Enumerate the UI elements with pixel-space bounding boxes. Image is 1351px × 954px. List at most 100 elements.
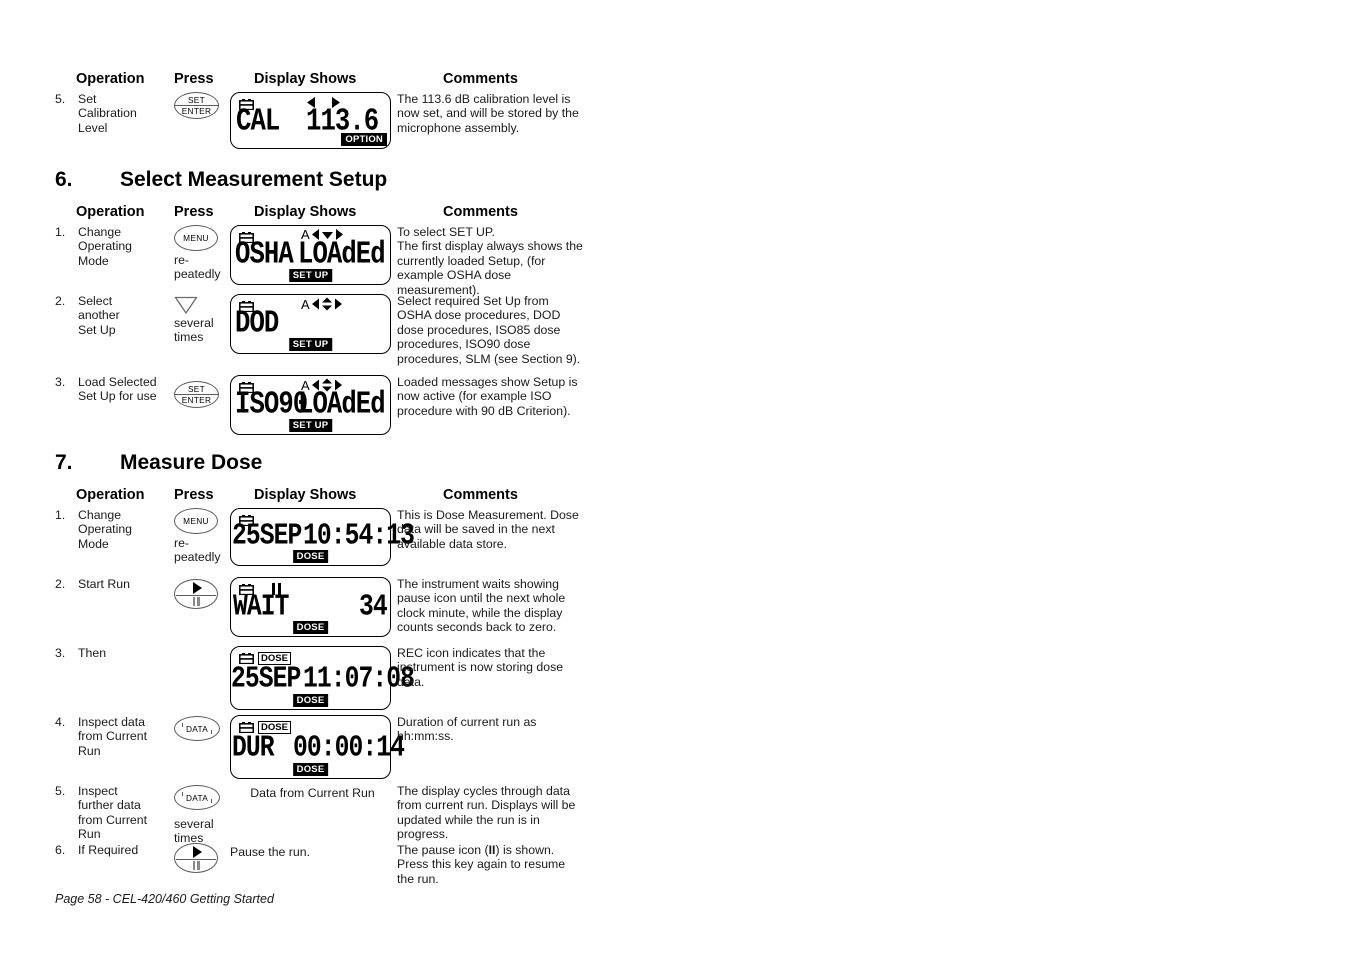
row-operation: Set Calibration Level xyxy=(78,92,137,135)
header-display-shows: Display Shows xyxy=(254,204,357,220)
section-6-heading: 6. Select Measurement Setup xyxy=(55,168,387,192)
row-display: Pause the run. xyxy=(230,843,400,859)
pause-icon xyxy=(192,861,200,870)
play-pause-button[interactable] xyxy=(174,843,218,873)
data-label: DATA xyxy=(185,723,209,734)
press-sub-label: re- peatedly xyxy=(174,253,221,281)
row-number: 1. xyxy=(55,508,66,522)
row-press xyxy=(174,579,230,609)
row-operation: Start Run xyxy=(78,577,130,591)
row-number: 2. xyxy=(55,577,66,591)
header-operation: Operation xyxy=(76,487,145,503)
key-divider xyxy=(176,859,216,860)
row-comments: The display cycles through data from cur… xyxy=(397,784,576,842)
section-7-title: Measure Dose xyxy=(119,451,263,474)
enter-label: ENTER xyxy=(181,394,212,405)
row-operation: Select another Set Up xyxy=(78,294,120,337)
set-enter-button[interactable]: SET ENTER xyxy=(174,381,219,408)
row-comments: The 113.6 dB calibration level is now se… xyxy=(397,92,579,135)
option-badge: OPTION xyxy=(341,133,387,146)
key-divider xyxy=(176,595,216,596)
lcd-left-text: 25SEP xyxy=(232,517,302,554)
row-comments: The instrument waits showing pause icon … xyxy=(397,577,566,635)
lcd-left-text: OSHA xyxy=(235,237,294,274)
data-button[interactable]: DATA xyxy=(174,785,220,810)
row-comments: The pause icon (II) is shown. Press this… xyxy=(397,843,583,886)
row-press: MENU re- peatedly xyxy=(174,508,230,564)
row-display: A DOD SET UP xyxy=(230,294,391,354)
header-comments: Comments xyxy=(443,487,518,503)
menu-button[interactable]: MENU xyxy=(174,225,218,251)
header-press: Press xyxy=(174,204,214,220)
row-number: 5. xyxy=(55,784,66,798)
header-display-shows: Display Shows xyxy=(254,487,357,503)
lcd-left-text: DOD xyxy=(235,306,279,343)
lcd-display: DOSE 25SEP 11:07:08 DOSE xyxy=(230,646,415,710)
enter-label: ENTER xyxy=(181,105,212,116)
row-comments: To select SET UP. The first display alwa… xyxy=(397,225,583,297)
row-operation: Inspect data from Current Run xyxy=(78,715,148,758)
lcd-left-text: 25SEP xyxy=(231,660,301,697)
lcd-left-text: DUR xyxy=(232,729,275,766)
row-display: Data from Current Run xyxy=(230,784,400,800)
lcd-display: A DOD SET UP xyxy=(230,294,391,354)
row-press: SET ENTER xyxy=(174,92,230,119)
lcd-right-text: LOAdEd xyxy=(298,237,386,274)
header-operation: Operation xyxy=(76,204,145,220)
header-comments: Comments xyxy=(443,71,518,87)
press-sub-label: several times xyxy=(174,316,214,344)
row-display: A ISO90 LOAdEd SET UP xyxy=(230,375,391,435)
lcd-right-text: 00:00:14 xyxy=(293,729,405,766)
display-note: Data from Current Run xyxy=(250,786,375,800)
section-7-heading: 7. Measure Dose xyxy=(55,451,262,475)
manual-page: Operation Press Display Shows Comments 5… xyxy=(0,0,1351,954)
data-button[interactable]: DATA xyxy=(174,716,220,741)
lcd-left-text: WAIT xyxy=(233,588,289,625)
down-triangle-button[interactable] xyxy=(174,296,198,315)
row-press: MENU re- peatedly xyxy=(174,225,230,281)
menu-label: MENU xyxy=(183,516,209,526)
down-arrow-icon xyxy=(174,296,198,315)
tick-left-icon xyxy=(182,723,184,727)
row-press: SET ENTER xyxy=(174,381,230,408)
row-number: 4. xyxy=(55,715,66,729)
press-sub-label: several times xyxy=(174,817,214,845)
header-press: Press xyxy=(174,71,214,87)
row-number: 6. xyxy=(55,843,66,857)
lcd-left-text: ISO90 xyxy=(235,387,308,424)
row-display: A OSHA LOAdEd SET UP xyxy=(230,225,391,285)
set-enter-button[interactable]: SET ENTER xyxy=(174,92,219,119)
dose-badge: DOSE xyxy=(292,763,329,776)
header-comments: Comments xyxy=(443,204,518,220)
row-operation: Then xyxy=(78,646,107,660)
set-label: SET xyxy=(187,94,206,105)
play-pause-button[interactable] xyxy=(174,579,218,609)
set-label: SET xyxy=(187,383,206,394)
lcd-display: WAIT 34 DOSE xyxy=(230,577,391,637)
menu-button[interactable]: MENU xyxy=(174,508,218,534)
lcd-display: A OSHA LOAdEd SET UP xyxy=(230,225,391,285)
tick-right-icon xyxy=(210,799,212,803)
header-operation: Operation xyxy=(76,71,145,87)
right-arrow-icon xyxy=(334,298,342,310)
lcd-right-text: 34 xyxy=(358,588,388,625)
play-icon xyxy=(192,582,202,594)
lcd-display: A ISO90 LOAdEd SET UP xyxy=(230,375,391,435)
row-display: 25SEP 10:54:13 DOSE xyxy=(230,508,415,566)
row-operation: Inspect further data from Current Run xyxy=(78,784,148,842)
data-label: DATA xyxy=(185,792,209,803)
arrow-indicator: A xyxy=(301,297,342,311)
row-press: several times xyxy=(174,294,230,344)
section-7-number: 7. xyxy=(55,451,73,474)
lcd-display: DOSE DUR 00:00:14 DOSE xyxy=(230,715,405,779)
row-number: 3. xyxy=(55,375,66,389)
row-comments: Select required Set Up from OSHA dose pr… xyxy=(397,294,581,366)
pause-icon xyxy=(192,597,200,606)
page-footer: Page 58 - CEL-420/460 Getting Started xyxy=(55,892,274,906)
play-icon xyxy=(192,846,202,858)
row-display: DOSE 25SEP 11:07:08 DOSE xyxy=(230,646,415,710)
arrow-letter: A xyxy=(301,296,310,312)
lcd-display: 25SEP 10:54:13 DOSE xyxy=(230,508,415,566)
tick-right-icon xyxy=(210,730,212,734)
row-operation: Change Operating Mode xyxy=(78,225,133,268)
